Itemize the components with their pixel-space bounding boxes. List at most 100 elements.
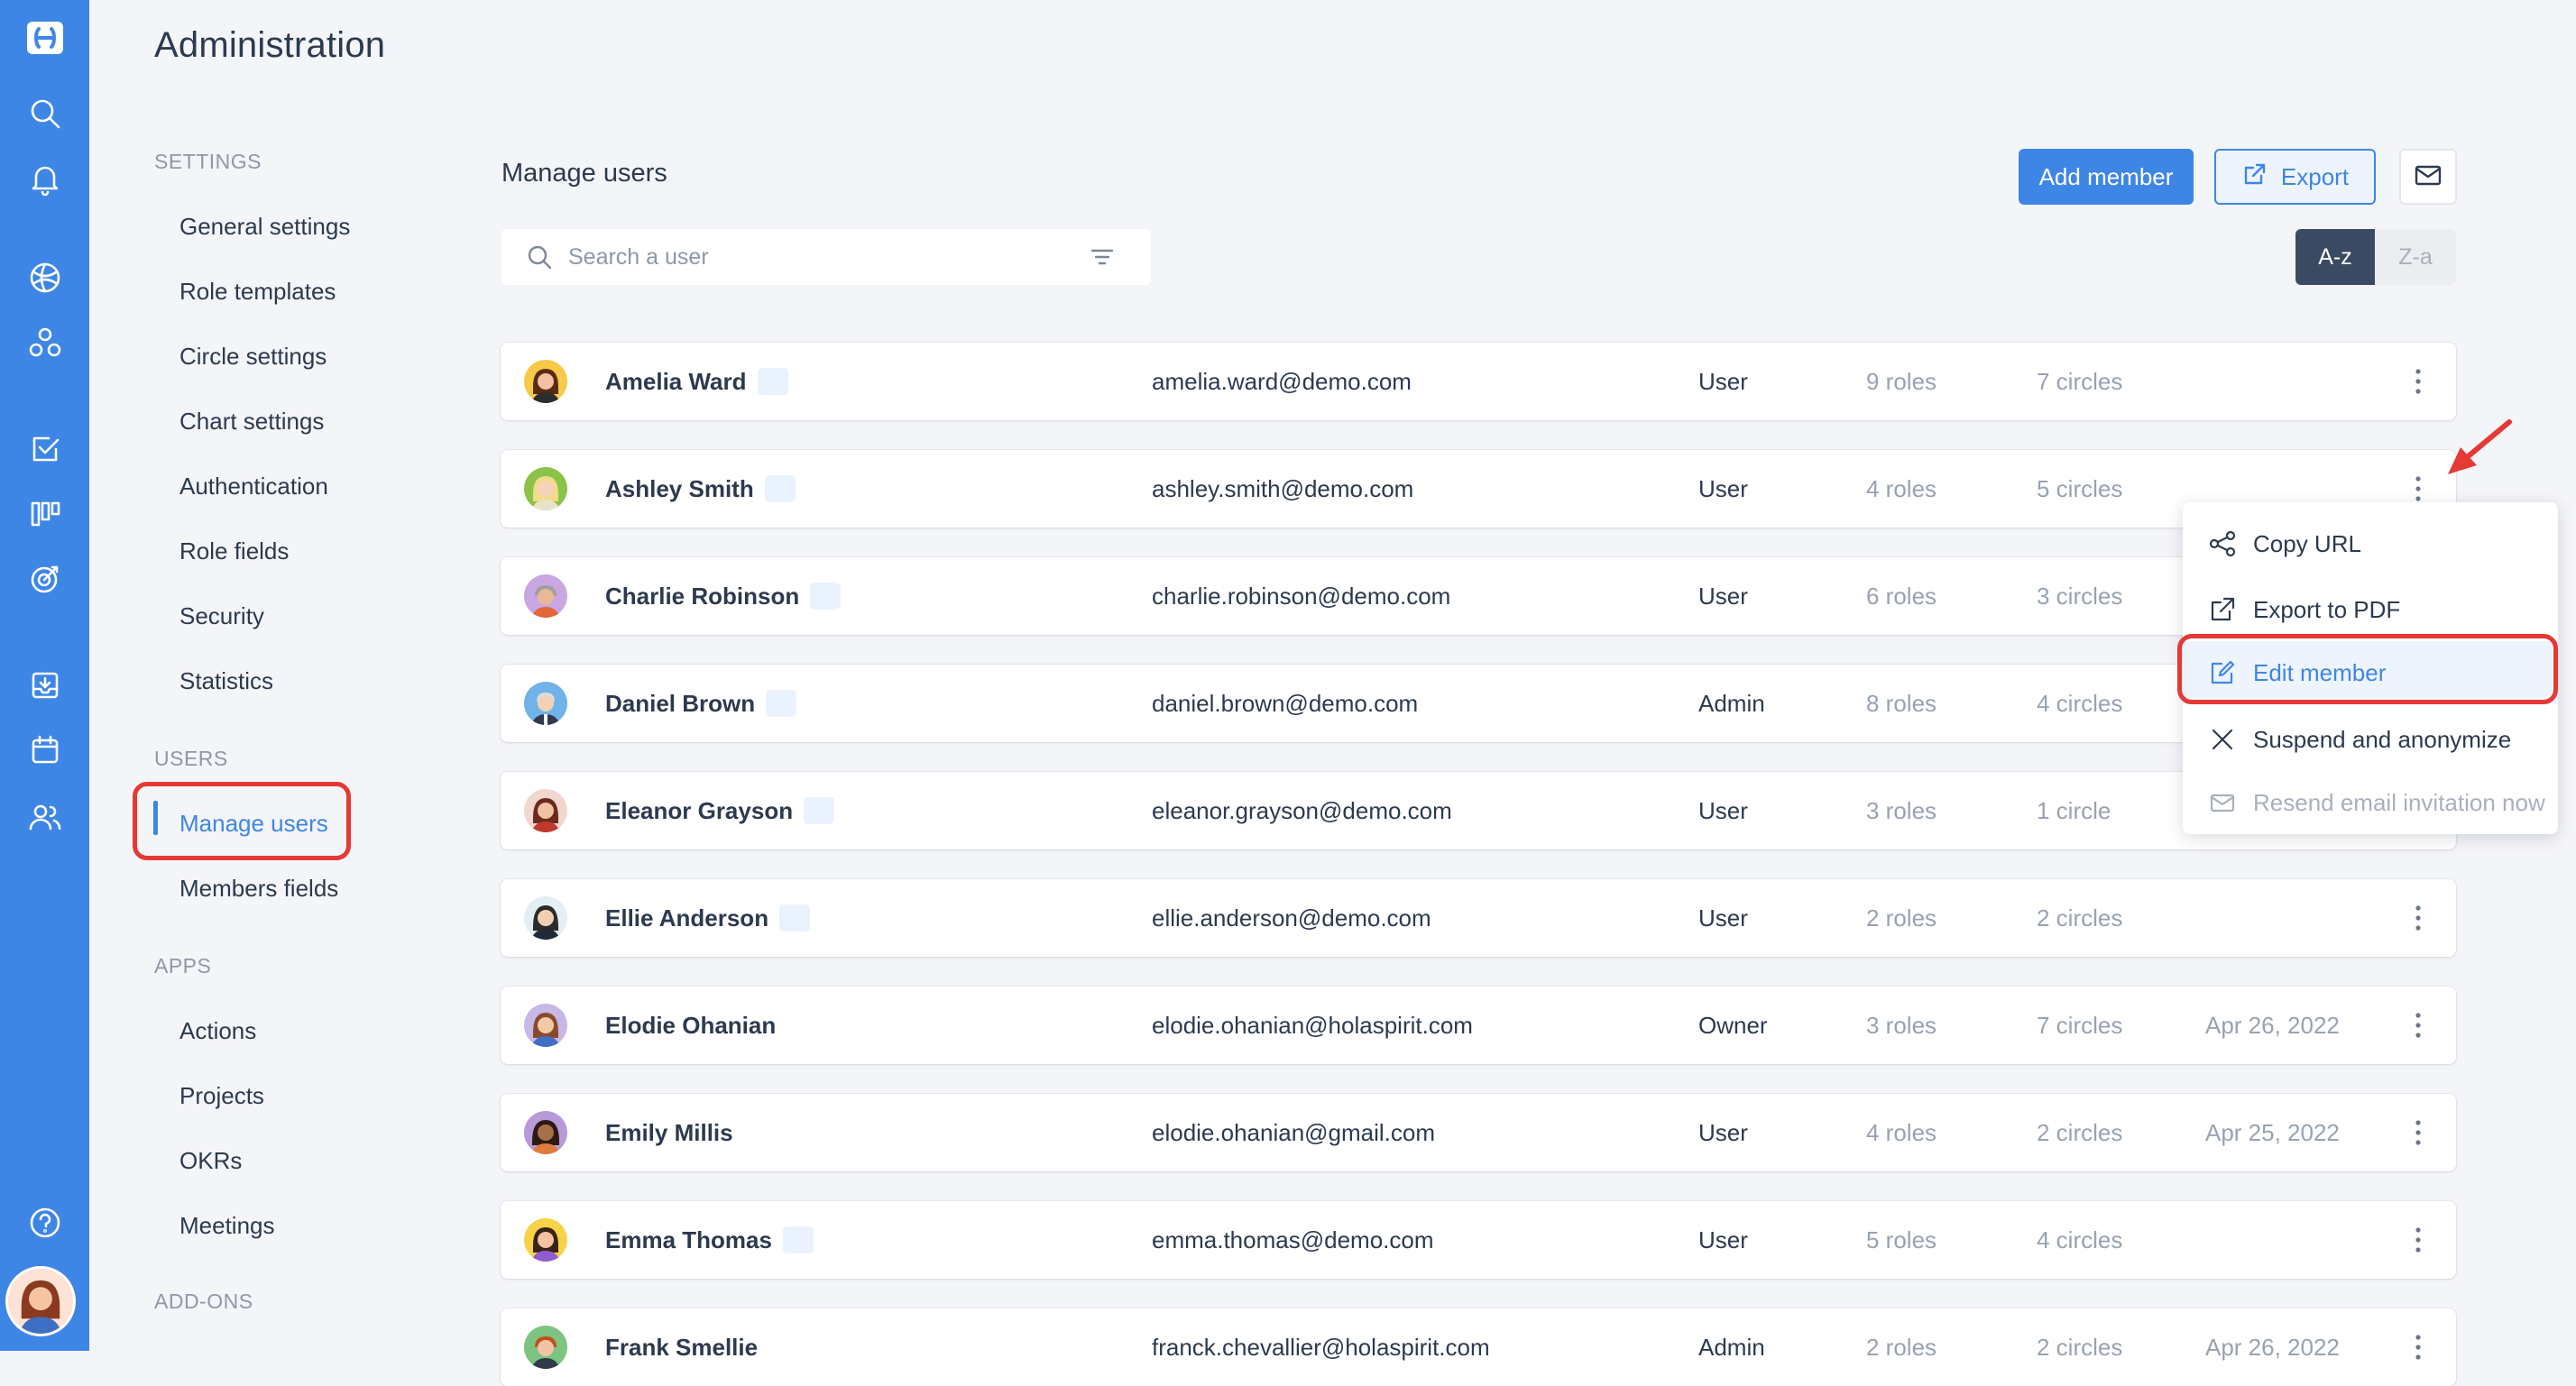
nav-item-circle-settings[interactable]: Circle settings bbox=[179, 343, 327, 371]
nav-item-statistics[interactable]: Statistics bbox=[179, 667, 273, 695]
table-row[interactable]: Daniel Brown daniel.brown@demo.com Admin… bbox=[501, 665, 2456, 742]
user-name[interactable]: Emily Millis bbox=[605, 1119, 733, 1147]
users-icon[interactable] bbox=[22, 794, 69, 840]
nav-item-chart-settings[interactable]: Chart settings bbox=[179, 408, 324, 436]
nav-item-authentication[interactable]: Authentication bbox=[179, 473, 328, 500]
external-link-icon bbox=[2206, 593, 2239, 626]
user-email: emma.thomas@demo.com bbox=[1152, 1226, 1434, 1253]
annotation-arrow-icon bbox=[2448, 419, 2512, 474]
avatar bbox=[524, 896, 567, 940]
user-email: daniel.brown@demo.com bbox=[1152, 690, 1419, 717]
nav-item-actions[interactable]: Actions bbox=[179, 1017, 256, 1045]
user-role: User bbox=[1698, 583, 1748, 610]
globe-icon[interactable] bbox=[22, 254, 69, 301]
close-icon bbox=[2206, 723, 2239, 756]
more-options-icon[interactable] bbox=[2402, 472, 2434, 506]
user-roles-count: 4 roles bbox=[1866, 475, 1937, 502]
email-button[interactable] bbox=[2399, 149, 2457, 205]
help-icon[interactable] bbox=[22, 1199, 69, 1246]
user-name[interactable]: Emma Thomas bbox=[605, 1226, 814, 1254]
menu-item-label: Export to PDF bbox=[2253, 595, 2401, 623]
more-options-icon[interactable] bbox=[2402, 1223, 2434, 1257]
user-roles-count: 8 roles bbox=[1866, 690, 1937, 717]
circles-icon[interactable] bbox=[22, 319, 69, 366]
nav-section-addons: ADD-ONS bbox=[154, 1290, 253, 1313]
inbox-icon[interactable] bbox=[22, 662, 69, 709]
user-email: franck.chevallier@holaspirit.com bbox=[1152, 1334, 1490, 1361]
user-role: User bbox=[1698, 475, 1748, 502]
user-email: ashley.smith@demo.com bbox=[1152, 475, 1414, 502]
export-button[interactable]: Export bbox=[2214, 149, 2376, 205]
user-name[interactable]: Eleanor Grayson bbox=[605, 797, 835, 825]
user-roles-count: 5 roles bbox=[1866, 1226, 1937, 1253]
user-circles-count: 2 circles bbox=[2037, 1119, 2123, 1146]
search-icon[interactable] bbox=[22, 90, 69, 137]
user-tag bbox=[766, 690, 797, 718]
user-email: ellie.anderson@demo.com bbox=[1152, 904, 1431, 932]
avatar bbox=[524, 467, 567, 510]
table-row[interactable]: Elodie Ohanian elodie.ohanian@holaspirit… bbox=[501, 987, 2456, 1064]
current-user-avatar[interactable] bbox=[5, 1266, 76, 1336]
more-options-icon[interactable] bbox=[2402, 901, 2434, 935]
table-row[interactable]: Eleanor Grayson eleanor.grayson@demo.com… bbox=[501, 772, 2456, 849]
filter-icon[interactable] bbox=[1088, 243, 1117, 271]
menu-item-copy-url[interactable]: Copy URL bbox=[2183, 512, 2558, 575]
sort-ascending-button[interactable]: A-z bbox=[2295, 229, 2375, 285]
nav-item-projects[interactable]: Projects bbox=[179, 1082, 264, 1110]
user-name[interactable]: Ellie Anderson bbox=[605, 904, 811, 932]
target-icon[interactable] bbox=[22, 555, 69, 602]
section-title: Manage users bbox=[501, 159, 667, 188]
table-row[interactable]: Amelia Ward amelia.ward@demo.com User 9 … bbox=[501, 343, 2456, 420]
nav-section-settings: SETTINGS bbox=[154, 150, 262, 173]
user-name[interactable]: Elodie Ohanian bbox=[605, 1012, 776, 1040]
sort-descending-button[interactable]: Z-a bbox=[2375, 229, 2456, 285]
table-row[interactable]: Emma Thomas emma.thomas@demo.com User 5 … bbox=[501, 1201, 2456, 1279]
user-name[interactable]: Charlie Robinson bbox=[605, 583, 842, 610]
holaspirit-logo-icon[interactable] bbox=[22, 14, 69, 61]
more-options-icon[interactable] bbox=[2402, 1330, 2434, 1364]
nav-item-role-fields[interactable]: Role fields bbox=[179, 537, 289, 565]
nav-item-security[interactable]: Security bbox=[179, 602, 264, 630]
table-row[interactable]: Ellie Anderson ellie.anderson@demo.com U… bbox=[501, 879, 2456, 957]
table-row[interactable]: Charlie Robinson charlie.robinson@demo.c… bbox=[501, 557, 2456, 635]
menu-item-export-pdf[interactable]: Export to PDF bbox=[2183, 578, 2558, 641]
user-tag bbox=[782, 1226, 814, 1254]
nav-item-members-fields[interactable]: Members fields bbox=[179, 875, 338, 903]
user-email: charlie.robinson@demo.com bbox=[1152, 583, 1451, 610]
menu-item-suspend[interactable]: Suspend and anonymize bbox=[2183, 708, 2558, 771]
more-options-icon[interactable] bbox=[2402, 1115, 2434, 1150]
table-row[interactable]: Frank Smellie franck.chevallier@holaspir… bbox=[501, 1308, 2456, 1386]
add-member-button[interactable]: Add member bbox=[2019, 149, 2194, 205]
user-name[interactable]: Amelia Ward bbox=[605, 368, 788, 396]
page-title: Administration bbox=[154, 25, 386, 65]
user-name[interactable]: Daniel Brown bbox=[605, 690, 797, 718]
kanban-icon[interactable] bbox=[22, 491, 69, 537]
nav-highlight-annotation bbox=[133, 782, 351, 860]
user-circles-count: 1 circle bbox=[2037, 797, 2111, 824]
user-name[interactable]: Frank Smellie bbox=[605, 1334, 758, 1362]
nav-item-meetings[interactable]: Meetings bbox=[179, 1212, 275, 1240]
mail-icon bbox=[2206, 786, 2239, 819]
nav-item-general-settings[interactable]: General settings bbox=[179, 213, 350, 241]
app-rail bbox=[0, 0, 89, 1351]
table-row[interactable]: Ashley Smith ashley.smith@demo.com User … bbox=[501, 450, 2456, 528]
nav-item-role-templates[interactable]: Role templates bbox=[179, 278, 336, 306]
user-tag bbox=[779, 904, 811, 932]
user-roles-count: 3 roles bbox=[1866, 797, 1937, 824]
table-row[interactable]: Emily Millis elodie.ohanian@gmail.com Us… bbox=[501, 1094, 2456, 1171]
menu-item-resend-invitation: Resend email invitation now bbox=[2183, 771, 2558, 834]
user-circles-count: 7 circles bbox=[2037, 368, 2123, 395]
user-roles-count: 4 roles bbox=[1866, 1119, 1937, 1146]
checkbox-icon[interactable] bbox=[22, 426, 69, 473]
menu-item-label: Suspend and anonymize bbox=[2253, 725, 2512, 753]
nav-item-okrs[interactable]: OKRs bbox=[179, 1147, 242, 1175]
avatar bbox=[524, 1218, 567, 1262]
user-name[interactable]: Ashley Smith bbox=[605, 475, 796, 503]
calendar-icon[interactable] bbox=[22, 727, 69, 774]
menu-item-label: Copy URL bbox=[2253, 529, 2361, 557]
bell-icon[interactable] bbox=[22, 155, 69, 202]
more-options-icon[interactable] bbox=[2402, 364, 2434, 399]
more-options-icon[interactable] bbox=[2402, 1008, 2434, 1042]
user-roles-count: 3 roles bbox=[1866, 1012, 1937, 1039]
search-input[interactable] bbox=[568, 229, 1037, 285]
